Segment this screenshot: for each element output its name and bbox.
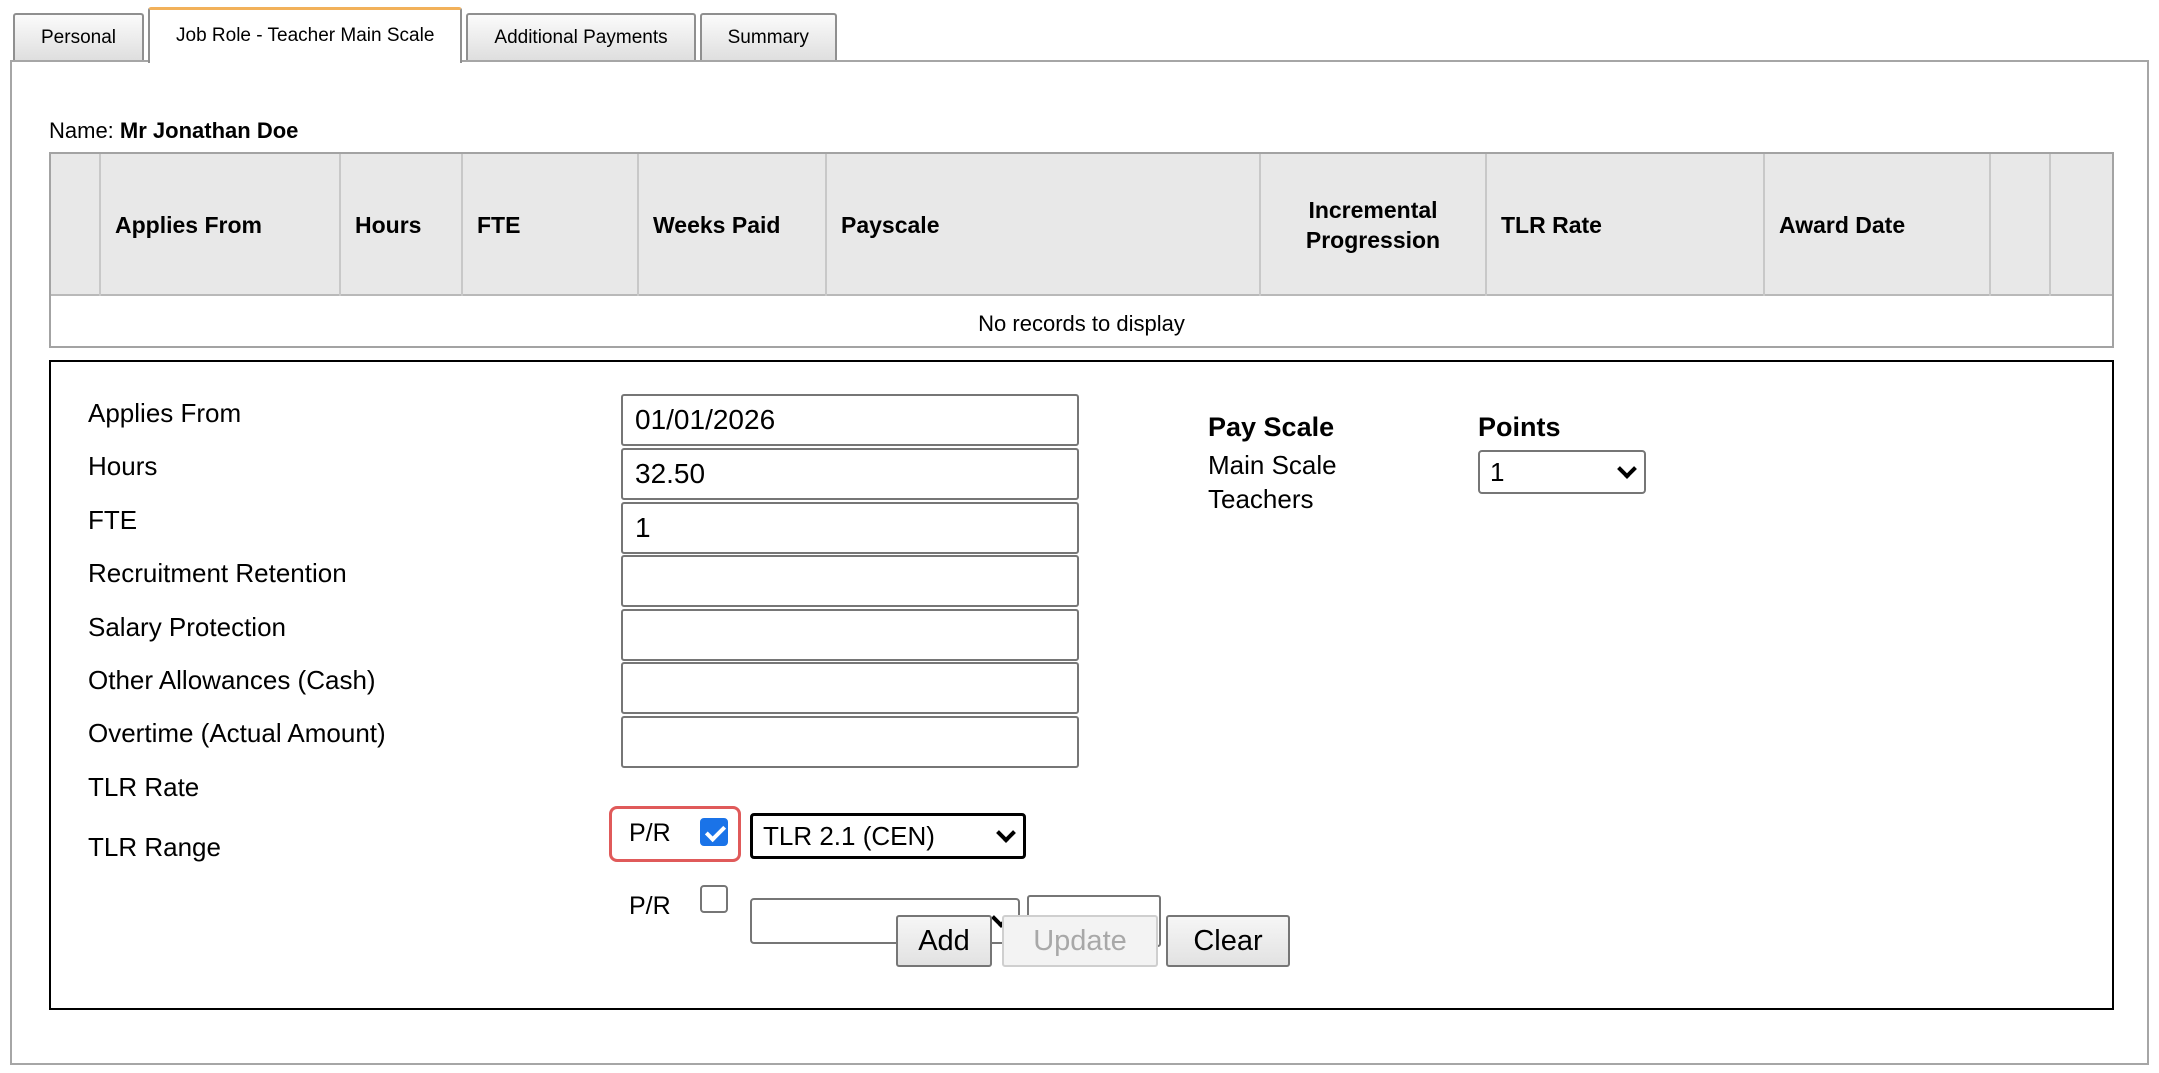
tab-panel: Name: Mr Jonathan Doe Applies From Hours… [10,60,2149,1065]
update-button[interactable]: Update [1002,915,1158,967]
add-button[interactable]: Add [896,915,992,967]
grid-col-hours[interactable]: Hours [341,154,463,296]
tab-personal[interactable]: Personal [13,13,144,61]
grid-col-edit[interactable] [1991,154,2051,296]
overtime-input[interactable] [621,716,1079,768]
points-selected: 1 [1490,457,1505,487]
overtime-label: Overtime (Actual Amount) [88,718,386,748]
grid-col-weeks-paid[interactable]: Weeks Paid [639,154,827,296]
tab-summary[interactable]: Summary [699,13,837,61]
grid-col-delete[interactable] [2051,154,2112,296]
other-allowances-input[interactable] [621,662,1079,714]
grid-col-payscale[interactable]: Payscale [827,154,1261,296]
tlr-rate-select[interactable]: TLR 2.1 (CEN) [750,813,1026,859]
tlr-range-label: TLR Range [88,832,221,862]
points-select[interactable]: 1 [1478,450,1646,494]
salary-protection-input[interactable] [621,609,1079,661]
job-role-grid: Applies From Hours FTE Weeks Paid Paysca… [49,152,2114,348]
job-role-form: Applies From Hours FTE Recruitment Reten… [49,360,2114,1010]
tlr-rate-pr-label: P/R [629,819,671,847]
hours-input[interactable] [621,448,1079,500]
tab-strip: Personal Job Role - Teacher Main Scale A… [13,7,837,63]
salary-protection-label: Salary Protection [88,612,286,642]
tlr-range-pr-checkbox[interactable] [700,885,728,913]
hours-label: Hours [88,451,158,481]
tlr-rate-selected: TLR 2.1 (CEN) [763,821,935,851]
grid-col-fte[interactable]: FTE [463,154,639,296]
grid-header: Applies From Hours FTE Weeks Paid Paysca… [51,154,2112,296]
grid-col-applies-from[interactable]: Applies From [101,154,341,296]
fte-input[interactable] [621,502,1079,554]
grid-col-award-date[interactable]: Award Date [1765,154,1991,296]
other-allowances-label: Other Allowances (Cash) [88,665,376,695]
tlr-range-pr-label: P/R [629,892,671,920]
fte-label: FTE [88,505,138,535]
recruitment-retention-label: Recruitment Retention [88,558,347,588]
grid-col-select[interactable] [51,154,101,296]
tab-additional-payments[interactable]: Additional Payments [466,13,696,61]
tlr-rate-pr-checkbox[interactable] [700,818,728,846]
applies-from-label: Applies From [88,398,242,428]
employee-name-line: Name: Mr Jonathan Doe [49,118,298,144]
tlr-rate-label: TLR Rate [88,772,200,802]
applies-from-input[interactable] [621,394,1079,446]
no-records-message: No records to display [978,311,1185,336]
chevron-down-icon [996,823,1016,843]
clear-button[interactable]: Clear [1166,915,1290,967]
pay-scale-line2: Teachers [1208,484,1314,514]
points-heading: Points [1478,412,1561,442]
chevron-down-icon [1617,459,1637,479]
employee-name: Mr Jonathan Doe [119,118,299,143]
name-prefix: Name: [49,118,114,143]
pay-scale-line1: Main Scale [1208,450,1337,480]
recruitment-retention-input[interactable] [621,555,1079,607]
pay-scale-heading: Pay Scale [1208,412,1335,442]
grid-col-incremental-progression[interactable]: Incremental Progression [1261,154,1487,296]
grid-col-tlr-rate[interactable]: TLR Rate [1487,154,1765,296]
tab-job-role[interactable]: Job Role - Teacher Main Scale [148,7,463,63]
